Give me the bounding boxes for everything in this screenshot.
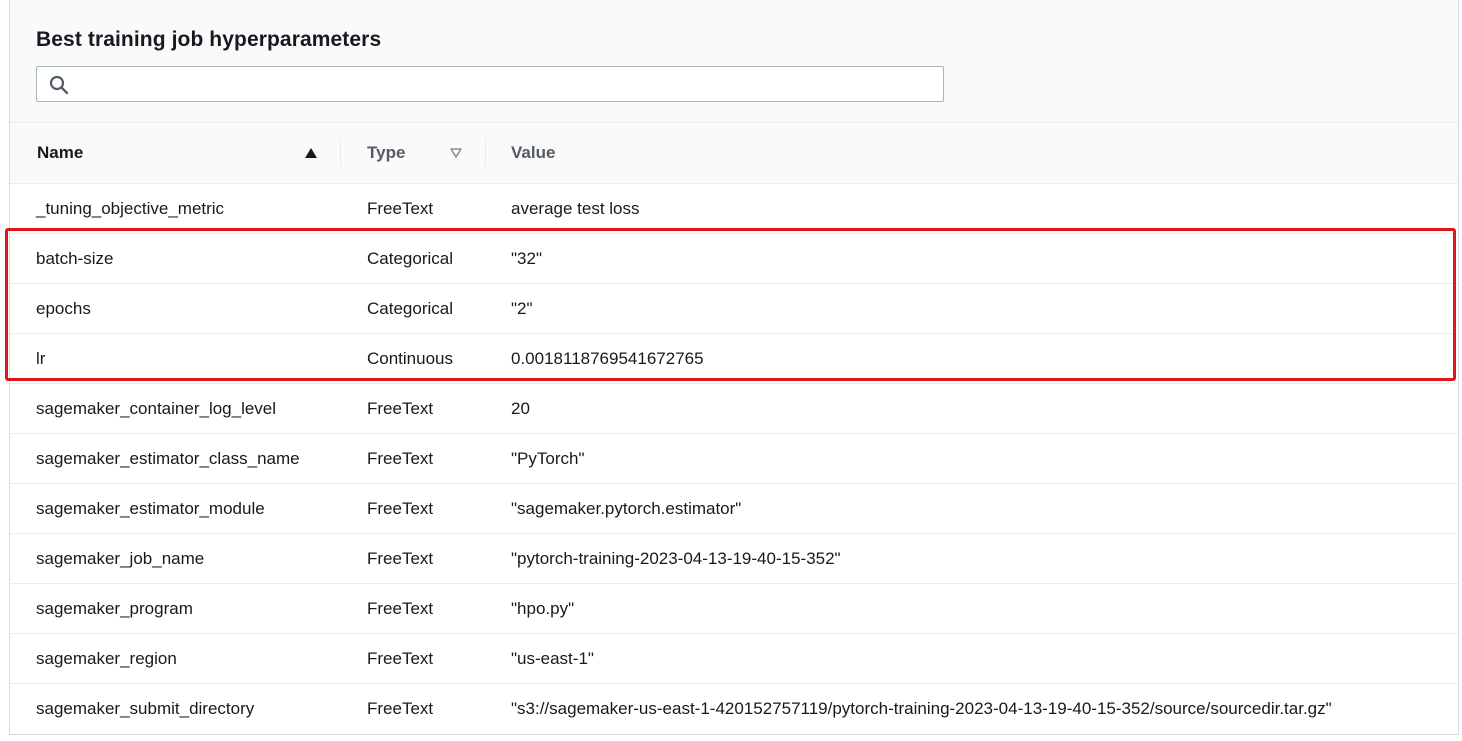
cell-name: sagemaker_job_name <box>36 549 205 568</box>
cell-value: "PyTorch" <box>511 449 585 468</box>
cell-type: FreeText <box>367 649 434 668</box>
table-body: _tuning_objective_metric FreeText averag… <box>10 184 1458 734</box>
cell-value: "us-east-1" <box>511 649 594 668</box>
table-row: sagemaker_container_log_level FreeText 2… <box>10 384 1458 434</box>
cell-name: sagemaker_container_log_level <box>36 399 277 418</box>
table-row: _tuning_objective_metric FreeText averag… <box>10 184 1458 234</box>
table-row: sagemaker_program FreeText "hpo.py" <box>10 584 1458 634</box>
column-header-label: Value <box>511 143 556 162</box>
cell-value: "sagemaker.pytorch.estimator" <box>511 499 742 518</box>
cell-type: Categorical <box>367 249 453 268</box>
table-row: batch-size Categorical "32" <box>10 234 1458 284</box>
cell-value: "hpo.py" <box>511 599 575 618</box>
cell-type: Categorical <box>367 299 453 318</box>
cell-type: FreeText <box>367 499 434 518</box>
panel-header: Best training job hyperparameters <box>10 0 1458 123</box>
table-row: sagemaker_job_name FreeText "pytorch-tra… <box>10 534 1458 584</box>
table-row: lr Continuous 0.0018118769541672765 <box>10 334 1458 384</box>
table-row: sagemaker_region FreeText "us-east-1" <box>10 634 1458 684</box>
sort-ascending-icon[interactable] <box>304 147 318 159</box>
cell-value: average test loss <box>511 199 640 218</box>
panel-title: Best training job hyperparameters <box>36 28 382 51</box>
cell-value: 20 <box>511 399 530 418</box>
column-header-label: Type <box>367 143 406 162</box>
sort-descending-icon[interactable] <box>449 147 463 159</box>
cell-value: "pytorch-training-2023-04-13-19-40-15-35… <box>511 549 841 568</box>
cell-value: "s3://sagemaker-us-east-1-420152757119/p… <box>511 699 1332 718</box>
search-icon <box>49 75 69 95</box>
cell-value: "2" <box>511 299 533 318</box>
cell-name: sagemaker_submit_directory <box>36 699 255 718</box>
column-header-name[interactable]: Name <box>37 123 320 183</box>
cell-name: _tuning_objective_metric <box>36 199 225 218</box>
cell-type: FreeText <box>367 599 434 618</box>
column-header-label: Name <box>37 143 84 162</box>
table-row: sagemaker_submit_directory FreeText "s3:… <box>10 684 1458 734</box>
cell-name: batch-size <box>36 249 114 268</box>
table-row: sagemaker_estimator_module FreeText "sag… <box>10 484 1458 534</box>
column-header-value: Value <box>511 123 711 183</box>
hyperparameters-panel: Best training job hyperparameters Name T… <box>9 0 1459 735</box>
cell-type: FreeText <box>367 399 434 418</box>
column-divider[interactable] <box>340 139 341 167</box>
cell-value: 0.0018118769541672765 <box>511 349 704 368</box>
column-divider[interactable] <box>485 139 486 167</box>
cell-type: FreeText <box>367 449 434 468</box>
cell-name: sagemaker_estimator_class_name <box>36 449 300 468</box>
table-row: epochs Categorical "2" <box>10 284 1458 334</box>
table-header: Name Type Value <box>10 123 1458 184</box>
search-box[interactable] <box>36 66 944 103</box>
cell-name: sagemaker_estimator_module <box>36 499 265 518</box>
cell-type: Continuous <box>367 349 454 368</box>
search-input[interactable] <box>79 67 939 103</box>
cell-name: epochs <box>36 299 91 318</box>
cell-value: "32" <box>511 249 542 268</box>
cell-name: lr <box>36 349 46 368</box>
cell-type: FreeText <box>367 549 434 568</box>
cell-type: FreeText <box>367 199 434 218</box>
cell-name: sagemaker_program <box>36 599 193 618</box>
table-row: sagemaker_estimator_class_name FreeText … <box>10 434 1458 484</box>
cell-name: sagemaker_region <box>36 649 177 668</box>
cell-type: FreeText <box>367 699 434 718</box>
